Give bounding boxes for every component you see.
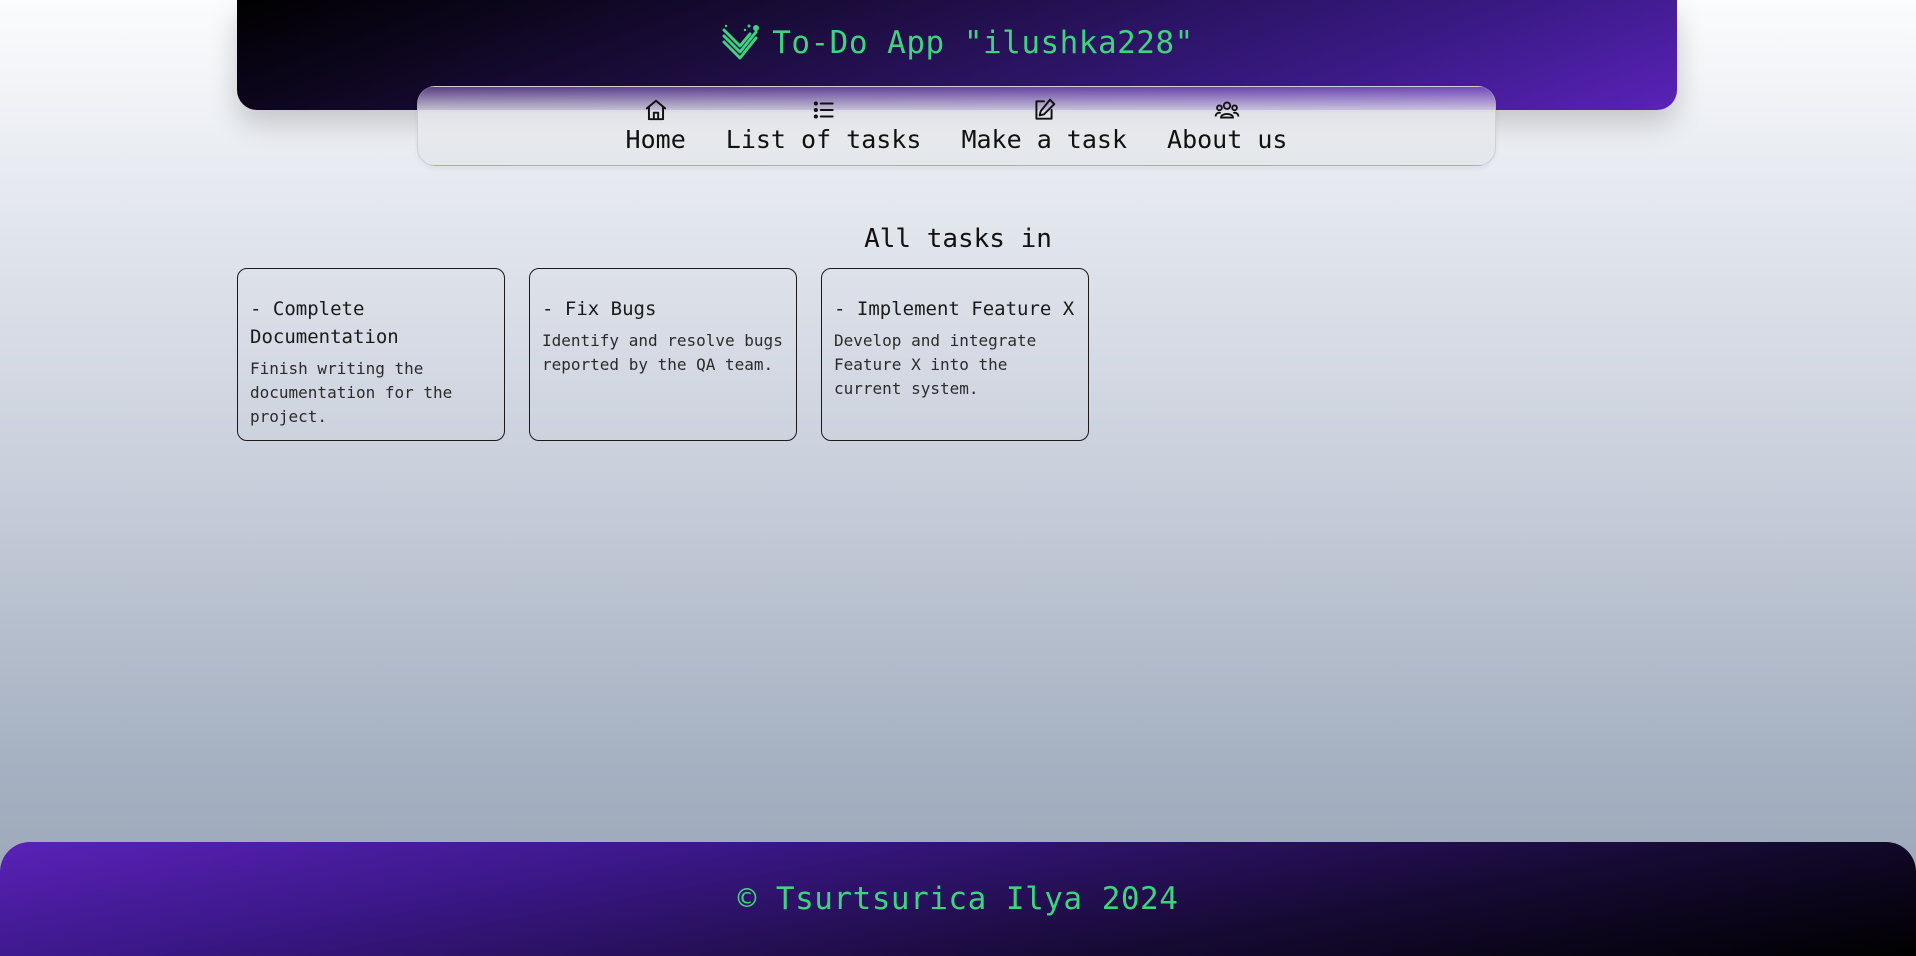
nav-item-list-of-tasks[interactable]: List of tasks [725,97,922,155]
double-check-icon [722,24,760,60]
users-icon [1214,101,1240,119]
task-title: - Fix Bugs [542,298,657,320]
section-title: All tasks in [864,224,1052,254]
nav-label-list-of-tasks: List of tasks [725,125,922,154]
task-title: - Implement Feature X [834,298,1075,320]
main-nav: Home List of tasks Make a task About us [417,86,1496,166]
task-card[interactable]: - Implement Feature X Develop and integr… [821,268,1089,441]
nav-item-about-us[interactable]: About us [1167,97,1287,155]
app-title: To-Do App "ilushka228" [772,25,1194,61]
nav-item-home[interactable]: Home [626,97,686,155]
brand[interactable]: To-Do App "ilushka228" [237,22,1677,64]
edit-icon [1035,98,1056,120]
task-description: Develop and integrate Feature X into the… [834,331,1037,398]
nav-label-make-a-task: Make a task [961,125,1128,154]
task-description: Identify and resolve bugs reported by th… [542,331,783,374]
task-list: - Complete Documentation Finish writing … [237,268,1089,441]
task-description: Finish writing the documentation for the… [250,359,453,426]
task-title: - Complete Documentation [250,298,399,348]
task-card[interactable]: - Complete Documentation Finish writing … [237,268,505,441]
app-footer: © Tsurtsurica Ilya 2024 [0,842,1916,956]
nav-label-home: Home [625,125,686,154]
list-icon [813,101,834,119]
task-card[interactable]: - Fix Bugs Identify and resolve bugs rep… [529,268,797,441]
nav-label-about-us: About us [1167,125,1288,154]
home-icon [645,99,667,121]
nav-item-make-a-task[interactable]: Make a task [961,97,1127,155]
copyright-text: © Tsurtsurica Ilya 2024 [737,881,1179,917]
